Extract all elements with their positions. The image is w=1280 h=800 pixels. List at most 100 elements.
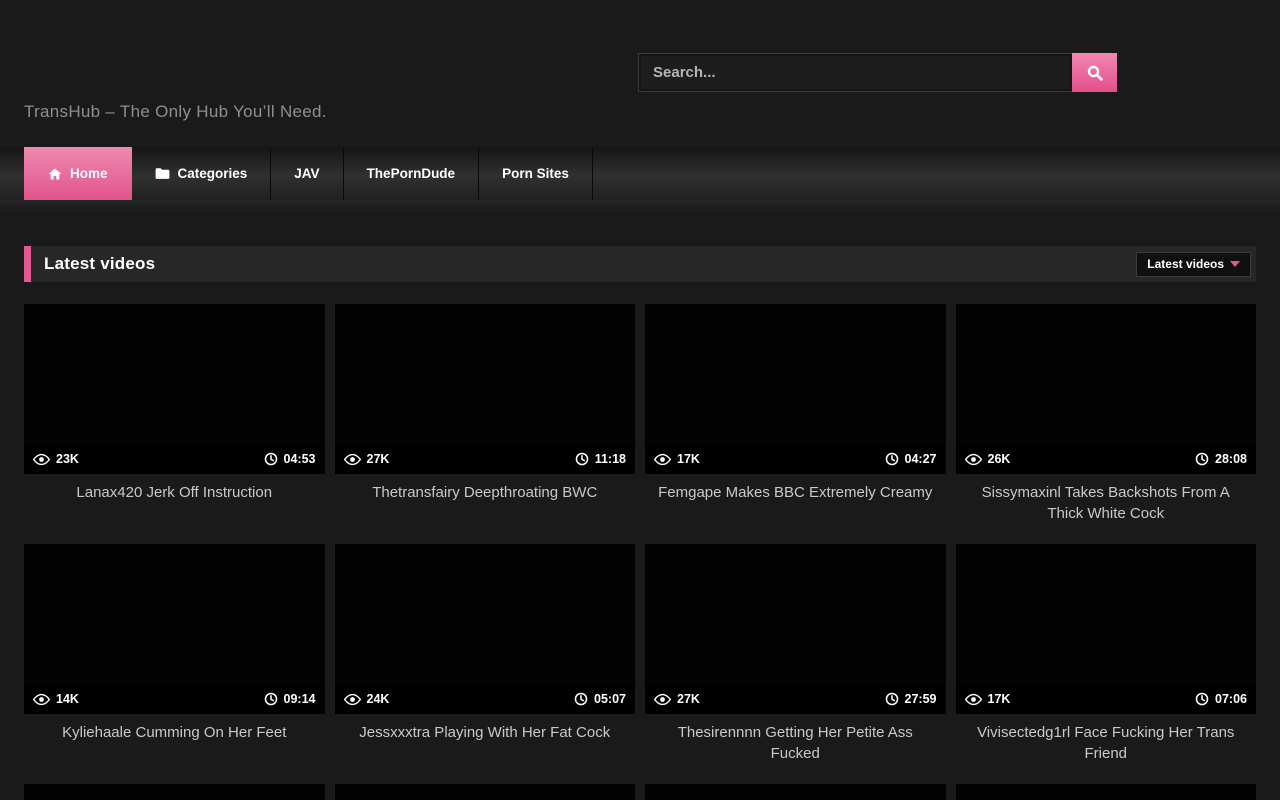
video-thumbnail[interactable]: 17K 07:06 <box>956 544 1257 714</box>
duration-stat: 09:14 <box>264 692 316 706</box>
eye-icon <box>344 693 361 706</box>
duration-stat: 11:18 <box>575 452 626 466</box>
views-count: 26K <box>988 452 1011 466</box>
video-grid: 23K 04:53 Lanax420 Jerk Off Instruction <box>24 304 1256 800</box>
clock-icon <box>1195 452 1209 466</box>
nav-item-theporndude[interactable]: ThePornDude <box>344 147 480 200</box>
video-stats: 17K 04:27 <box>645 444 946 474</box>
video-thumbnail[interactable]: 27K 27:59 <box>645 544 946 714</box>
nav-item-categories[interactable]: Categories <box>132 147 272 200</box>
views-stat: 14K <box>33 692 79 706</box>
duration-stat: 04:27 <box>885 452 937 466</box>
clock-icon <box>264 452 278 466</box>
video-title[interactable]: Vivisectedg1rl Face Fucking Her Trans Fr… <box>956 722 1257 764</box>
video-stats: 24K 05:07 <box>335 684 636 714</box>
main-nav: Home Categories JAV ThePornDude Porn Sit… <box>0 147 1280 200</box>
video-card-partial[interactable] <box>335 784 636 800</box>
views-stat: 23K <box>33 452 79 466</box>
nav-item-label: ThePornDude <box>367 166 456 181</box>
video-title[interactable]: Thetransfairy Deepthroating BWC <box>335 482 636 503</box>
video-stats: 17K 07:06 <box>956 684 1257 714</box>
video-card-partial[interactable] <box>956 784 1257 800</box>
video-card[interactable]: 23K 04:53 Lanax420 Jerk Off Instruction <box>24 304 325 544</box>
video-card[interactable]: 17K 04:27 Femgape Makes BBC Extremely Cr… <box>645 304 946 544</box>
duration-value: 11:18 <box>595 452 626 466</box>
views-count: 27K <box>367 452 390 466</box>
duration-value: 27:59 <box>905 692 937 706</box>
nav-item-porn-sites[interactable]: Porn Sites <box>479 147 593 200</box>
clock-icon <box>885 452 899 466</box>
video-card-partial[interactable] <box>24 784 325 800</box>
site-tagline: TransHub – The Only Hub You’ll Need. <box>24 102 327 122</box>
section-header: Latest videos Latest videos <box>24 246 1256 282</box>
eye-icon <box>654 693 671 706</box>
video-thumbnail[interactable] <box>24 784 325 800</box>
video-thumbnail[interactable] <box>956 784 1257 800</box>
video-card[interactable]: 17K 07:06 Vivisectedg1rl Face Fucking He… <box>956 544 1257 784</box>
video-card[interactable]: 24K 05:07 Jessxxxtra Playing With Her Fa… <box>335 544 636 784</box>
views-count: 14K <box>56 692 79 706</box>
video-card-partial[interactable] <box>645 784 946 800</box>
nav-item-label: Porn Sites <box>502 166 569 181</box>
views-count: 17K <box>677 452 700 466</box>
views-stat: 27K <box>344 452 390 466</box>
views-count: 27K <box>677 692 700 706</box>
search-input[interactable] <box>638 53 1072 92</box>
clock-icon <box>885 692 899 706</box>
video-thumbnail[interactable]: 17K 04:27 <box>645 304 946 474</box>
duration-value: 05:07 <box>594 692 626 706</box>
sort-dropdown-label: Latest videos <box>1147 257 1224 271</box>
views-stat: 17K <box>965 692 1011 706</box>
video-thumbnail[interactable]: 26K 28:08 <box>956 304 1257 474</box>
video-title[interactable]: Femgape Makes BBC Extremely Creamy <box>645 482 946 503</box>
duration-stat: 05:07 <box>574 692 626 706</box>
duration-stat: 07:06 <box>1195 692 1247 706</box>
views-stat: 27K <box>654 692 700 706</box>
eye-icon <box>344 453 361 466</box>
nav-item-label: Categories <box>178 166 248 181</box>
nav-item-label: JAV <box>294 166 319 181</box>
video-title[interactable]: Sissymaxinl Takes Backshots From A Thick… <box>956 482 1257 524</box>
search-button[interactable] <box>1072 53 1117 92</box>
sort-dropdown[interactable]: Latest videos <box>1136 252 1251 277</box>
clock-icon <box>264 692 278 706</box>
eye-icon <box>654 453 671 466</box>
video-thumbnail[interactable] <box>335 784 636 800</box>
duration-value: 28:08 <box>1215 452 1247 466</box>
nav-item-jav[interactable]: JAV <box>271 147 343 200</box>
views-count: 17K <box>988 692 1011 706</box>
video-title[interactable]: Jessxxxtra Playing With Her Fat Cock <box>335 722 636 743</box>
folder-icon <box>155 167 170 180</box>
video-title[interactable]: Thesirennnn Getting Her Petite Ass Fucke… <box>645 722 946 764</box>
video-thumbnail[interactable]: 14K 09:14 <box>24 544 325 714</box>
eye-icon <box>965 453 982 466</box>
video-stats: 23K 04:53 <box>24 444 325 474</box>
video-thumbnail[interactable]: 24K 05:07 <box>335 544 636 714</box>
nav-shadow <box>0 200 1280 212</box>
video-card[interactable]: 27K 11:18 Thetransfairy Deepthroating BW… <box>335 304 636 544</box>
eye-icon <box>33 453 50 466</box>
video-card[interactable]: 14K 09:14 Kyliehaale Cumming On Her Feet <box>24 544 325 784</box>
search-icon <box>1086 64 1104 82</box>
video-thumbnail[interactable]: 27K 11:18 <box>335 304 636 474</box>
duration-value: 04:27 <box>905 452 937 466</box>
eye-icon <box>33 693 50 706</box>
video-title[interactable]: Lanax420 Jerk Off Instruction <box>24 482 325 503</box>
site-header: TransHub – The Only Hub You’ll Need. <box>0 0 1280 147</box>
video-card[interactable]: 26K 28:08 Sissymaxinl Takes Backshots Fr… <box>956 304 1257 544</box>
duration-stat: 27:59 <box>885 692 937 706</box>
nav-item-home[interactable]: Home <box>24 147 132 200</box>
clock-icon <box>575 452 589 466</box>
video-thumbnail[interactable]: 23K 04:53 <box>24 304 325 474</box>
views-stat: 24K <box>344 692 390 706</box>
video-card[interactable]: 27K 27:59 Thesirennnn Getting Her Petite… <box>645 544 946 784</box>
duration-stat: 28:08 <box>1195 452 1247 466</box>
video-stats: 14K 09:14 <box>24 684 325 714</box>
video-thumbnail[interactable] <box>645 784 946 800</box>
video-title[interactable]: Kyliehaale Cumming On Her Feet <box>24 722 325 743</box>
duration-value: 07:06 <box>1215 692 1247 706</box>
views-stat: 26K <box>965 452 1011 466</box>
search-bar <box>638 53 1117 92</box>
views-stat: 17K <box>654 452 700 466</box>
clock-icon <box>574 692 588 706</box>
